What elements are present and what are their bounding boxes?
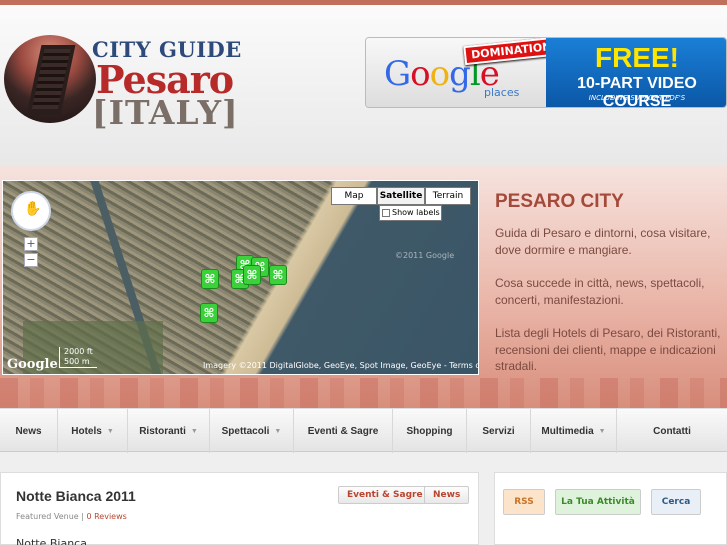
nav-item-contatti[interactable]: Contatti	[617, 409, 727, 453]
map-watermark: ©2011 Google	[395, 251, 455, 260]
chevron-down-icon: ▼	[190, 427, 198, 435]
logo-italy: [ITALY]	[92, 93, 239, 132]
banner-ad[interactable]: Google places DOMINATION! FREE! 10-PART …	[365, 37, 727, 108]
chevron-down-icon: ▼	[106, 427, 114, 435]
nav-item-spettacoli[interactable]: Spettacoli ▼	[210, 409, 294, 453]
city-description-1: Guida di Pesaro e dintorni, cosa visitar…	[495, 226, 711, 257]
map-type-map-button[interactable]: Map	[331, 187, 377, 205]
site-logo[interactable]: CITY GUIDE Pesaro [ITALY]	[4, 35, 244, 135]
nav-label: Hotels	[71, 425, 102, 437]
post-excerpt: Notte Bianca	[16, 537, 87, 545]
post-title[interactable]: Notte Bianca 2011	[16, 488, 136, 504]
rss-button[interactable]: RSS	[503, 489, 545, 515]
map-zoom-in-button[interactable]: +	[24, 237, 38, 251]
nav-label: Shopping	[406, 425, 453, 437]
post-meta: Featured Venue | 0 Reviews	[16, 512, 127, 521]
ad-course-label: 10-PART VIDEO COURSE	[577, 75, 697, 108]
scale-m: 500 m	[64, 357, 90, 366]
ad-offer-panel: FREE! 10-PART VIDEO COURSE INCLUDING SUP…	[546, 38, 726, 108]
chevron-down-icon: ▼	[598, 427, 606, 435]
ad-note-label: INCLUDING SUPPORT PDF'S	[588, 94, 686, 102]
city-description-2: Cosa succede in città, news, spettacoli,…	[495, 276, 705, 307]
nav-item-news[interactable]: News	[0, 409, 58, 453]
nav-label: Spettacoli	[221, 425, 270, 437]
map-type-satellite-button[interactable]: Satellite	[377, 187, 425, 205]
nav-label: Multimedia	[541, 425, 594, 437]
city-title: PESARO CITY	[495, 191, 624, 212]
map-scale-bar: 2000 ft 500 m	[59, 347, 97, 368]
cerca-button[interactable]: Cerca	[651, 489, 701, 515]
nav-item-multimedia[interactable]: Multimedia ▼	[531, 409, 617, 453]
featured-post: Notte Bianca 2011 Eventi & Sagre News Fe…	[0, 472, 479, 545]
checkbox-icon	[382, 208, 390, 217]
map-copyright[interactable]: Imagery ©2011 DigitalGlobe, GeoEye, Spot…	[203, 361, 478, 370]
nav-item-shopping[interactable]: Shopping	[393, 409, 467, 453]
main-navigation: News Hotels ▼ Ristoranti ▼ Spettacoli ▼ Eve…	[0, 408, 727, 453]
nav-item-eventi-sagre[interactable]: Eventi & Sagre	[294, 409, 393, 453]
site-header: CITY GUIDE Pesaro [ITALY] Google places …	[0, 5, 727, 165]
nav-label: News	[15, 425, 42, 437]
map-google-logo: Google	[7, 357, 58, 372]
nav-item-hotels[interactable]: Hotels ▼	[58, 409, 128, 453]
map-zoom-out-button[interactable]: −	[24, 253, 38, 267]
map-pan-control[interactable]	[11, 191, 51, 231]
ad-places-label: places	[484, 86, 520, 99]
map-marker-pin[interactable]: ⌘	[200, 303, 218, 323]
nav-label: Servizi	[482, 425, 515, 437]
skyline-decoration	[0, 378, 727, 408]
reviews-link[interactable]: 0 Reviews	[86, 512, 126, 521]
nav-label: Ristoranti	[139, 425, 186, 437]
tag-eventi-sagre[interactable]: Eventi & Sagre	[338, 486, 432, 504]
map-marker-pin[interactable]: ⌘	[269, 265, 287, 285]
satellite-map[interactable]: + − Map Satellite Terrain Show labels ⌘ …	[2, 180, 479, 375]
map-marker-pin[interactable]: ⌘	[243, 265, 261, 285]
map-marker-pin[interactable]: ⌘	[201, 269, 219, 289]
scale-ft: 2000 ft	[64, 347, 93, 356]
show-labels-text: Show labels	[392, 208, 440, 217]
post-meta-prefix: Featured Venue |	[16, 512, 87, 521]
nav-label: Contatti	[653, 425, 691, 437]
ad-free-label: FREE!	[595, 42, 679, 73]
ad-google-panel: Google places DOMINATION!	[366, 38, 565, 107]
tag-news[interactable]: News	[424, 486, 470, 504]
nav-label: Eventi & Sagre	[307, 425, 379, 437]
map-type-terrain-button[interactable]: Terrain	[425, 187, 471, 205]
chevron-down-icon: ▼	[274, 427, 282, 435]
logo-photo	[4, 35, 96, 123]
nav-item-servizi[interactable]: Servizi	[467, 409, 531, 453]
map-show-labels-checkbox[interactable]: Show labels	[379, 205, 442, 221]
city-description-3: Lista degli Hotels di Pesaro, dei Ristor…	[495, 326, 721, 373]
tua-attivita-button[interactable]: La Tua Attività	[555, 489, 641, 515]
nav-item-ristoranti[interactable]: Ristoranti ▼	[128, 409, 210, 453]
sidebar-actions: RSS La Tua Attività Cerca	[494, 472, 727, 545]
